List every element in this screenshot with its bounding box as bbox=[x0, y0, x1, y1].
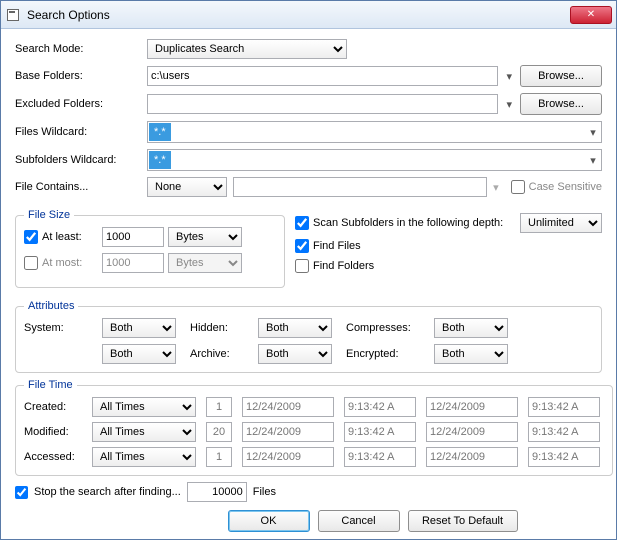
label-system: System: bbox=[24, 322, 94, 334]
accessed-date1[interactable] bbox=[242, 447, 334, 467]
system-select[interactable]: Both bbox=[102, 318, 176, 338]
label-base-folders: Base Folders: bbox=[15, 70, 141, 82]
chevron-down-icon[interactable]: ▾ bbox=[506, 70, 512, 83]
at-most-input[interactable] bbox=[102, 253, 164, 273]
accessed-date2[interactable] bbox=[426, 447, 518, 467]
label-find-folders: Find Folders bbox=[313, 260, 374, 272]
readonly-select[interactable]: Both bbox=[102, 344, 176, 364]
dialog-window: Search Options ✕ Search Mode: Duplicates… bbox=[0, 0, 617, 540]
cancel-button[interactable]: Cancel bbox=[318, 510, 400, 532]
content-area: Search Mode: Duplicates Search Base Fold… bbox=[1, 29, 616, 539]
stop-after-checkbox[interactable] bbox=[15, 486, 28, 499]
files-wildcard-input[interactable]: *.* ▾ bbox=[147, 121, 602, 143]
window-title: Search Options bbox=[27, 8, 570, 22]
case-sensitive-checkbox[interactable] bbox=[511, 180, 525, 194]
browse-excluded-button[interactable]: Browse... bbox=[520, 93, 602, 115]
accessed-n-input[interactable] bbox=[206, 447, 232, 467]
created-time1[interactable] bbox=[344, 397, 416, 417]
base-folders-input[interactable] bbox=[147, 66, 498, 86]
find-folders-checkbox[interactable] bbox=[295, 259, 309, 273]
at-least-input[interactable] bbox=[102, 227, 164, 247]
label-encrypted: Encrypted: bbox=[346, 348, 426, 360]
label-case-sensitive: Case Sensitive bbox=[529, 181, 602, 193]
modified-time1[interactable] bbox=[344, 422, 416, 442]
depth-select[interactable]: Unlimited bbox=[520, 213, 602, 233]
close-button[interactable]: ✕ bbox=[570, 6, 612, 24]
scan-subfolders-checkbox[interactable] bbox=[295, 216, 309, 230]
file-size-group: File Size At least: Bytes At most: Bytes bbox=[15, 209, 285, 288]
label-subfolders-wildcard: Subfolders Wildcard: bbox=[15, 154, 141, 166]
label-file-contains: File Contains... bbox=[15, 181, 141, 193]
at-most-unit-select[interactable]: Bytes bbox=[168, 253, 242, 273]
at-most-checkbox[interactable] bbox=[24, 256, 38, 270]
wildcard-badge: *.* bbox=[149, 123, 171, 141]
modified-date1[interactable] bbox=[242, 422, 334, 442]
chevron-down-icon[interactable]: ▾ bbox=[493, 181, 499, 194]
at-least-checkbox[interactable] bbox=[24, 230, 38, 244]
created-date2[interactable] bbox=[426, 397, 518, 417]
excluded-folders-input[interactable] bbox=[147, 94, 498, 114]
label-files-suffix: Files bbox=[253, 486, 276, 498]
wildcard-badge: *.* bbox=[149, 151, 171, 169]
hidden-select[interactable]: Both bbox=[258, 318, 332, 338]
accessed-time1[interactable] bbox=[344, 447, 416, 467]
compresses-select[interactable]: Both bbox=[434, 318, 508, 338]
file-time-group: File Time Created: All Times Modified: A… bbox=[15, 379, 613, 476]
modified-time2[interactable] bbox=[528, 422, 600, 442]
titlebar: Search Options ✕ bbox=[1, 1, 616, 29]
label-excluded-folders: Excluded Folders: bbox=[15, 98, 141, 110]
label-scan-subfolders: Scan Subfolders in the following depth: bbox=[313, 217, 503, 229]
label-modified: Modified: bbox=[24, 426, 86, 438]
chevron-down-icon[interactable]: ▾ bbox=[506, 98, 512, 111]
stop-after-input[interactable] bbox=[187, 482, 247, 502]
legend-file-time: File Time bbox=[24, 379, 77, 391]
accessed-mode-select[interactable]: All Times bbox=[92, 447, 196, 467]
archive-select[interactable]: Both bbox=[258, 344, 332, 364]
created-n-input[interactable] bbox=[206, 397, 232, 417]
close-icon: ✕ bbox=[587, 9, 595, 20]
scan-options: Scan Subfolders in the following depth: … bbox=[295, 203, 602, 294]
at-least-unit-select[interactable]: Bytes bbox=[168, 227, 242, 247]
label-accessed: Accessed: bbox=[24, 451, 86, 463]
modified-date2[interactable] bbox=[426, 422, 518, 442]
subfolders-wildcard-input[interactable]: *.* ▾ bbox=[147, 149, 602, 171]
label-hidden: Hidden: bbox=[190, 322, 250, 334]
label-stop-after: Stop the search after finding... bbox=[34, 486, 181, 498]
accessed-time2[interactable] bbox=[528, 447, 600, 467]
label-archive: Archive: bbox=[190, 348, 250, 360]
modified-n-input[interactable] bbox=[206, 422, 232, 442]
browse-base-button[interactable]: Browse... bbox=[520, 65, 602, 87]
label-files-wildcard: Files Wildcard: bbox=[15, 126, 141, 138]
created-mode-select[interactable]: All Times bbox=[92, 397, 196, 417]
encrypted-select[interactable]: Both bbox=[434, 344, 508, 364]
legend-file-size: File Size bbox=[24, 209, 74, 221]
label-at-least: At least: bbox=[42, 231, 98, 243]
label-search-mode: Search Mode: bbox=[15, 43, 141, 55]
label-at-most: At most: bbox=[42, 257, 98, 269]
chevron-down-icon[interactable]: ▾ bbox=[586, 154, 600, 167]
label-compresses: Compresses: bbox=[346, 322, 426, 334]
file-contains-input[interactable] bbox=[233, 177, 487, 197]
find-files-checkbox[interactable] bbox=[295, 239, 309, 253]
ok-button[interactable]: OK bbox=[228, 510, 310, 532]
label-find-files: Find Files bbox=[313, 240, 361, 252]
chevron-down-icon[interactable]: ▾ bbox=[586, 126, 600, 139]
modified-mode-select[interactable]: All Times bbox=[92, 422, 196, 442]
search-mode-select[interactable]: Duplicates Search bbox=[147, 39, 347, 59]
created-date1[interactable] bbox=[242, 397, 334, 417]
label-created: Created: bbox=[24, 401, 86, 413]
created-time2[interactable] bbox=[528, 397, 600, 417]
app-icon bbox=[5, 7, 21, 23]
file-contains-select[interactable]: None bbox=[147, 177, 227, 197]
legend-attributes: Attributes bbox=[24, 300, 78, 312]
attributes-group: Attributes System: Both Hidden: Both Com… bbox=[15, 300, 602, 373]
reset-button[interactable]: Reset To Default bbox=[408, 510, 518, 532]
